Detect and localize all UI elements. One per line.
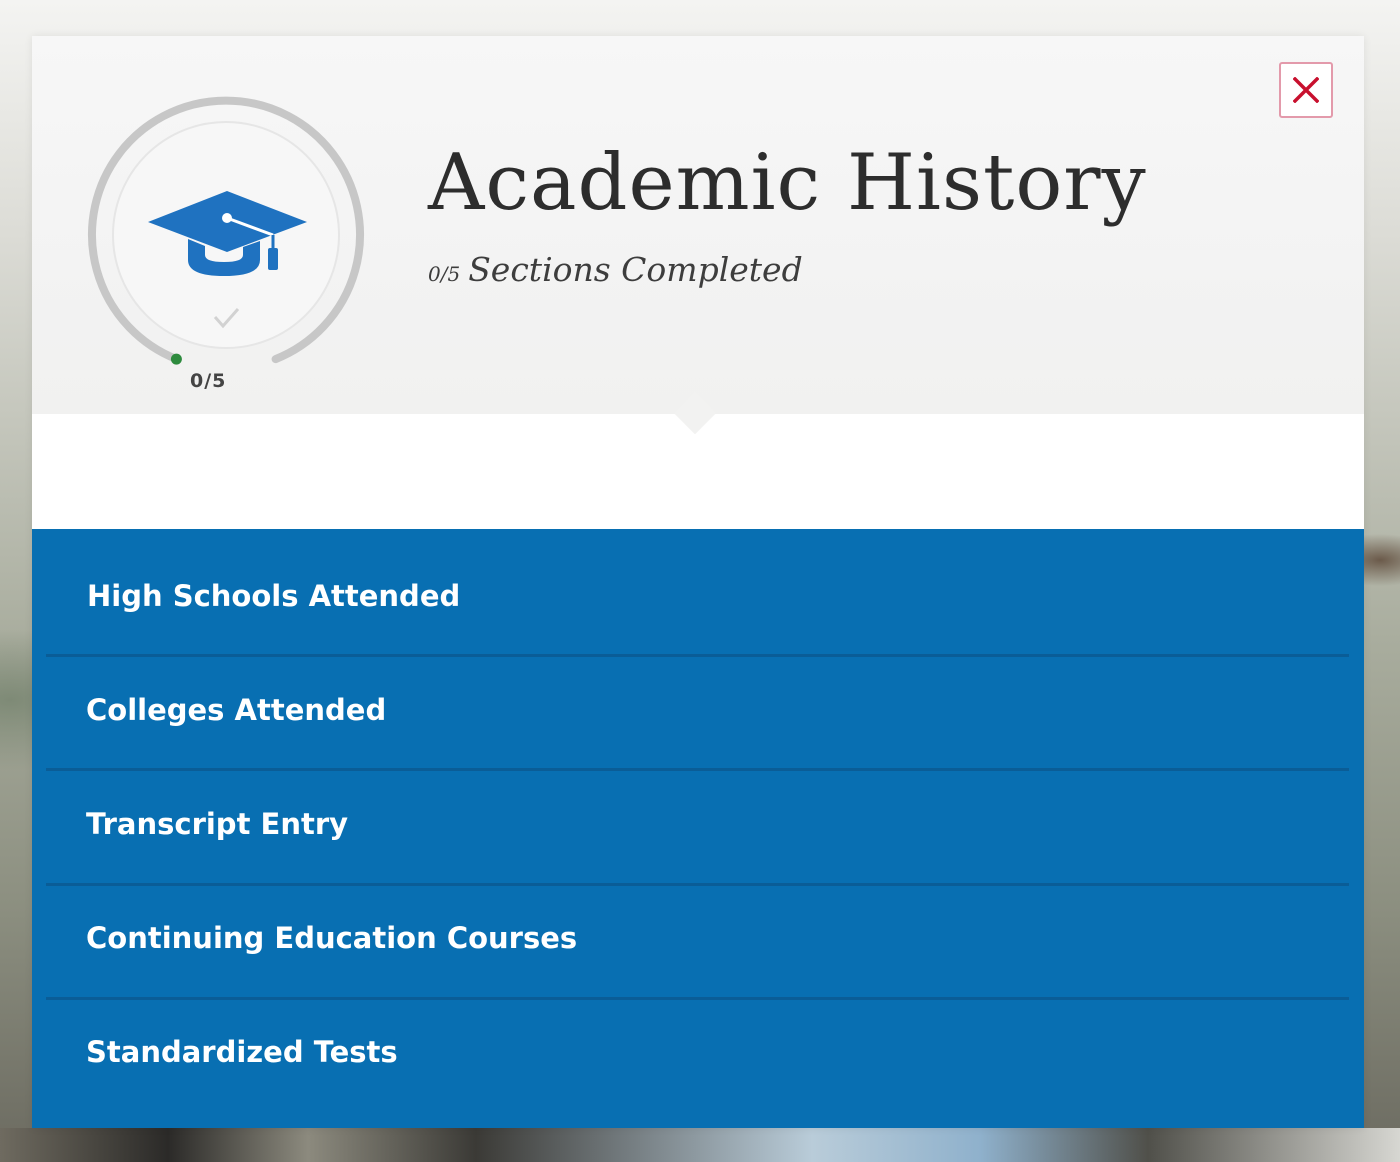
page-title: Academic History [428, 138, 1147, 228]
close-button[interactable] [1279, 62, 1333, 118]
dial-progress-count: 0/5 [190, 370, 227, 392]
close-icon [1293, 77, 1319, 103]
section-item-label: Colleges Attended [86, 693, 387, 727]
section-list: High Schools Attended Colleges Attended … [32, 529, 1364, 1128]
background-photo [0, 1128, 1400, 1162]
progress-ring [88, 96, 364, 365]
progress-dial: 0/5 [84, 90, 370, 400]
section-item-continuing-education-courses[interactable]: Continuing Education Courses [46, 886, 1349, 1000]
progress-label: Sections Completed [468, 250, 803, 289]
section-item-standardized-tests[interactable]: Standardized Tests [46, 1001, 1349, 1115]
section-item-transcript-entry[interactable]: Transcript Entry [46, 772, 1349, 886]
section-item-colleges-attended[interactable]: Colleges Attended [46, 657, 1349, 771]
modal-header: 0/5 Academic History 0/5 Sections Complet… [32, 36, 1364, 414]
section-item-label: Transcript Entry [86, 807, 349, 841]
section-item-label: Continuing Education Courses [86, 921, 578, 955]
section-item-high-schools-attended[interactable]: High Schools Attended [46, 543, 1349, 657]
academic-history-modal: 0/5 Academic History 0/5 Sections Complet… [32, 36, 1364, 1128]
section-item-label: High Schools Attended [87, 579, 461, 613]
progress-dot [170, 353, 182, 365]
progress-count: 0/5 [428, 262, 461, 286]
section-item-label: Standardized Tests [86, 1035, 398, 1069]
progress-summary: 0/5 Sections Completed [428, 250, 803, 289]
